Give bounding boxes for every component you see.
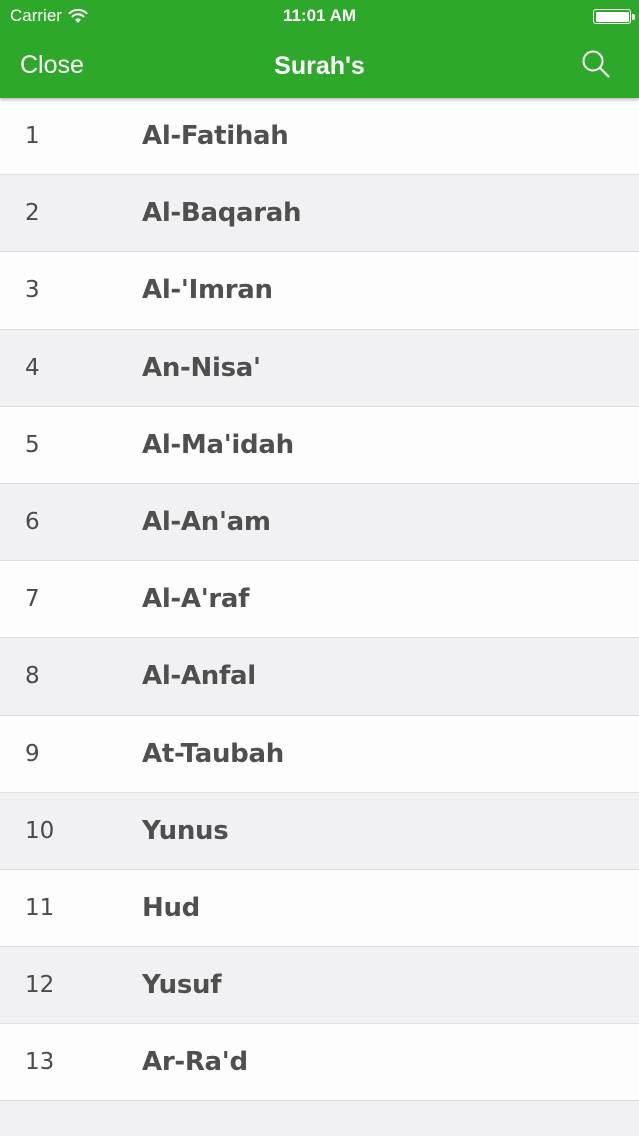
status-bar: Carrier 11:01 AM [0,0,639,33]
page-title: Surah's [274,52,365,80]
surah-number: 6 [25,508,40,535]
surah-list: 1 Al-Fatihah 2 Al-Baqarah 3 Al-'Imran 4 … [0,98,639,1136]
surah-number: 3 [25,277,40,304]
list-item[interactable]: 4 An-Nisa' [0,329,639,407]
surah-name: Al-'Imran [142,275,273,306]
surah-number: 12 [25,972,55,999]
list-item[interactable]: 3 Al-'Imran [0,252,639,330]
list-item[interactable]: 1 Al-Fatihah [0,98,639,176]
surah-number: 7 [25,586,40,613]
battery-icon [593,9,635,24]
surah-name: Al-Ma'idah [142,429,294,460]
surah-name: An-Nisa' [142,352,261,383]
list-item[interactable]: 11 Hud [0,869,639,948]
surah-name: Al-Anfal [142,661,256,692]
surah-name: Hud [142,892,200,923]
surah-number: 5 [25,431,40,458]
list-item[interactable]: 10 Yunus [0,792,639,870]
app-header: Carrier 11:01 AM Close Surah's [0,0,639,98]
list-item[interactable] [0,1101,639,1136]
surah-number: 13 [25,1049,55,1076]
surah-number: 9 [25,740,40,767]
status-time: 11:01 AM [282,6,357,25]
nav-bar: Close Surah's [0,33,639,98]
search-icon[interactable] [581,49,611,79]
surah-name: Al-Baqarah [142,198,302,229]
list-item[interactable]: 2 Al-Baqarah [0,175,639,253]
surah-name: Yunus [142,815,229,846]
list-item[interactable]: 7 Al-A'raf [0,561,639,639]
surah-number: 8 [25,663,40,690]
surah-name: Al-A'raf [142,584,250,615]
surah-number: 11 [25,894,55,921]
surah-name: Yusuf [142,970,222,1001]
list-item[interactable]: 5 Al-Ma'idah [0,406,639,484]
list-item[interactable]: 6 Al-An'am [0,483,639,562]
surah-name: At-Taubah [142,738,284,769]
surah-number: 10 [25,817,55,844]
surah-name: Al-An'am [142,506,271,537]
surah-name: Al-Fatihah [142,121,289,151]
surah-name: Ar-Ra'd [142,1047,248,1078]
surah-number: 2 [25,200,40,227]
list-item[interactable]: 13 Ar-Ra'd [0,1024,639,1102]
list-item[interactable]: 9 At-Taubah [0,715,639,793]
surah-number: 4 [25,354,40,381]
surah-number: 1 [25,123,40,149]
list-item[interactable]: 8 Al-Anfal [0,638,639,716]
list-item[interactable]: 12 Yusuf [0,947,639,1025]
